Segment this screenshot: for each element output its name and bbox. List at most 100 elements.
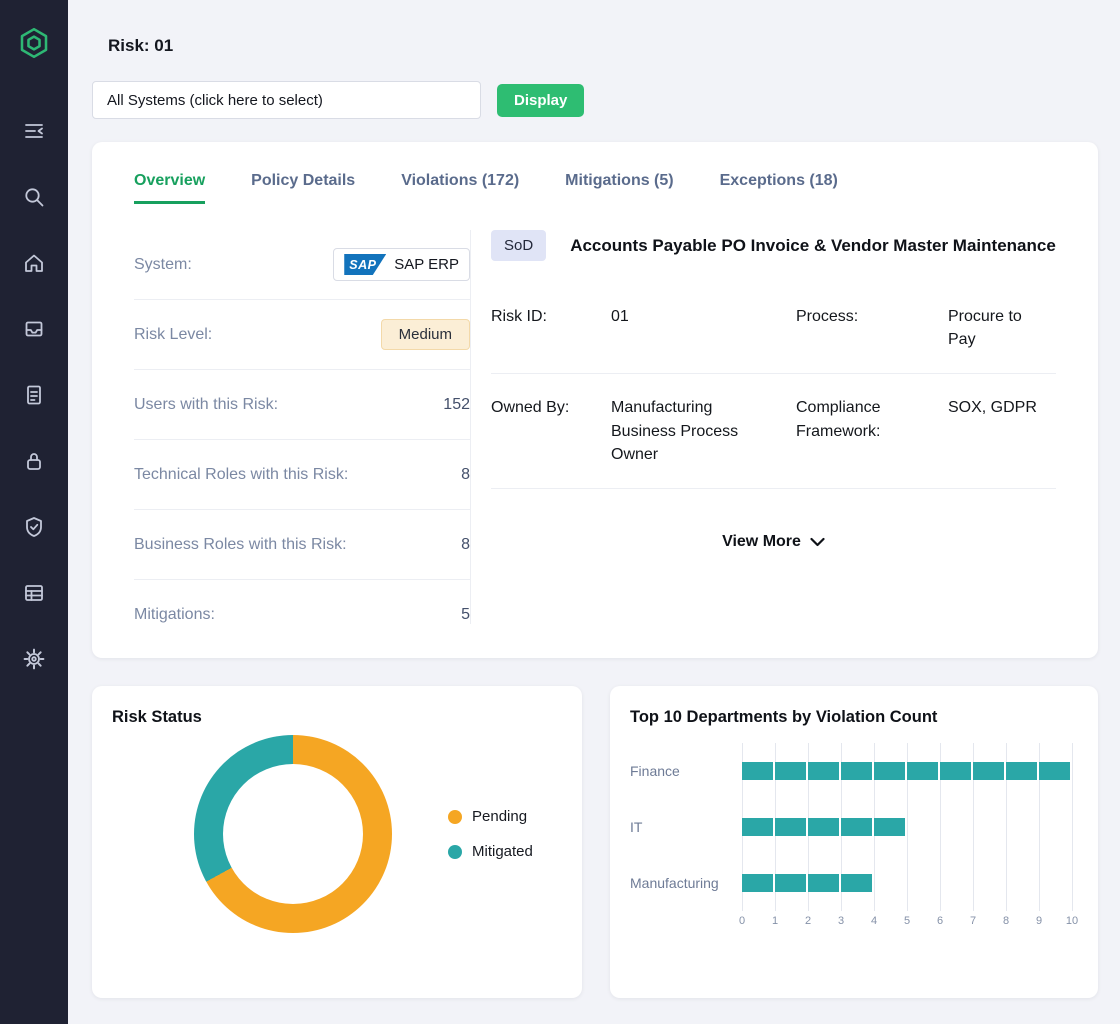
business-roles-row: Business Roles with this Risk: 8	[134, 510, 470, 580]
bar-row: Finance	[630, 743, 1078, 799]
bar-segment	[808, 818, 839, 836]
sidebar-item-lock[interactable]	[22, 449, 46, 473]
risk-level-row: Risk Level: Medium	[134, 300, 470, 370]
bar-segment	[841, 874, 872, 892]
sidebar-item-document[interactable]	[22, 383, 46, 407]
legend-dot	[448, 810, 462, 824]
bar-category-label: Manufacturing	[630, 875, 742, 891]
chevron-down-icon	[810, 537, 825, 547]
axis-tick-label: 1	[772, 915, 778, 927]
process-value: Procure to Pay	[948, 305, 1056, 351]
bar-category-label: Finance	[630, 763, 742, 779]
settings-gear-icon	[22, 647, 46, 671]
sidebar-nav	[22, 119, 46, 671]
bar-segment	[1006, 762, 1037, 780]
sidebar-item-table[interactable]	[22, 581, 46, 605]
bar-segment	[874, 762, 905, 780]
risk-status-card: Risk Status Pending Mitigated	[92, 686, 582, 998]
search-icon	[22, 185, 46, 209]
business-roles-label: Business Roles with this Risk:	[134, 536, 347, 554]
sidebar-item-shield[interactable]	[22, 515, 46, 539]
risk-overview-card: Overview Policy Details Violations (172)…	[92, 142, 1098, 658]
document-icon	[22, 383, 46, 407]
process-label: Process:	[796, 305, 948, 328]
bar-segment	[775, 762, 806, 780]
risk-status-donut	[194, 735, 392, 933]
bar-axis: 012345678910	[742, 915, 1078, 931]
system-badge: SAP SAP ERP	[333, 248, 470, 281]
risk-detail-header: SoD Accounts Payable PO Invoice & Vendor…	[491, 230, 1056, 261]
technical-roles-label: Technical Roles with this Risk:	[134, 466, 348, 484]
risk-id-value: 01	[611, 305, 796, 328]
sidebar-item-inbox[interactable]	[22, 317, 46, 341]
bar-row: IT	[630, 799, 1078, 855]
bar-segment	[874, 818, 905, 836]
users-label: Users with this Risk:	[134, 396, 278, 414]
tab-policy-details[interactable]: Policy Details	[251, 172, 355, 204]
sidebar-item-settings[interactable]	[22, 647, 46, 671]
axis-tick-label: 2	[805, 915, 811, 927]
mitigations-row: Mitigations: 5	[134, 580, 470, 650]
bar-segment	[775, 874, 806, 892]
owned-by-label: Owned By:	[491, 396, 611, 419]
mitigations-label: Mitigations:	[134, 606, 215, 624]
bar-row: Manufacturing	[630, 855, 1078, 911]
bar-segment	[841, 818, 872, 836]
app-logo-icon[interactable]	[17, 26, 51, 65]
risk-level-badge: Medium	[381, 319, 470, 350]
detail-row-1: Risk ID: 01 Process: Procure to Pay	[491, 283, 1056, 374]
tab-violations[interactable]: Violations (172)	[401, 172, 519, 204]
view-more-button[interactable]: View More	[491, 533, 1056, 551]
system-row: System: SAP SAP ERP	[134, 230, 470, 300]
bar-segment	[775, 818, 806, 836]
risk-summary-column: System: SAP SAP ERP Risk Level: Medium U…	[134, 204, 470, 640]
legend-item-pending: Pending	[448, 808, 533, 825]
system-selector[interactable]: All Systems (click here to select)	[92, 81, 481, 119]
sap-logo-icon: SAP	[344, 254, 386, 275]
departments-chart-card: Top 10 Departments by Violation Count Fi…	[610, 686, 1098, 998]
axis-tick-label: 9	[1036, 915, 1042, 927]
system-label: System:	[134, 256, 192, 274]
legend-dot	[448, 845, 462, 859]
system-selector-value: All Systems (click here to select)	[107, 92, 323, 109]
legend-label-pending: Pending	[472, 808, 527, 825]
axis-tick-label: 0	[739, 915, 745, 927]
risk-status-title: Risk Status	[112, 708, 562, 727]
display-button[interactable]: Display	[497, 84, 584, 117]
risk-title-text: Accounts Payable PO Invoice & Vendor Mas…	[570, 236, 1056, 256]
axis-tick-label: 8	[1003, 915, 1009, 927]
bar	[742, 874, 874, 892]
sidebar-item-menu[interactable]	[22, 119, 46, 143]
legend-label-mitigated: Mitigated	[472, 843, 533, 860]
risk-detail-column: SoD Accounts Payable PO Invoice & Vendor…	[471, 204, 1056, 640]
owned-by-value: Manufacturing Business Process Owner	[611, 396, 761, 466]
business-roles-value: 8	[461, 536, 470, 554]
tab-overview[interactable]: Overview	[134, 172, 205, 204]
bar-segment	[742, 874, 773, 892]
bar	[742, 818, 907, 836]
risk-level-label: Risk Level:	[134, 326, 212, 344]
bar-segment	[907, 762, 938, 780]
axis-tick-label: 10	[1066, 915, 1078, 927]
bar-segment	[973, 762, 1004, 780]
table-icon	[22, 581, 46, 605]
technical-roles-value: 8	[461, 466, 470, 484]
page-title: Risk: 01	[108, 36, 173, 56]
risk-id-label: Risk ID:	[491, 305, 611, 328]
bar	[742, 762, 1072, 780]
axis-tick-label: 7	[970, 915, 976, 927]
view-more-label: View More	[722, 533, 801, 551]
menu-collapse-icon	[22, 119, 46, 143]
compliance-value: SOX, GDPR	[948, 396, 1056, 419]
system-value: SAP ERP	[394, 256, 459, 273]
detail-row-2: Owned By: Manufacturing Business Process…	[491, 374, 1056, 489]
page: Risk: 01 All Systems (click here to sele…	[0, 0, 1120, 1024]
tab-exceptions[interactable]: Exceptions (18)	[720, 172, 838, 204]
sidebar-item-home[interactable]	[22, 251, 46, 275]
tab-mitigations[interactable]: Mitigations (5)	[565, 172, 673, 204]
mitigations-value: 5	[461, 606, 470, 624]
inbox-icon	[22, 317, 46, 341]
axis-tick-label: 3	[838, 915, 844, 927]
sidebar-item-search[interactable]	[22, 185, 46, 209]
donut-area: Pending Mitigated	[112, 735, 562, 933]
